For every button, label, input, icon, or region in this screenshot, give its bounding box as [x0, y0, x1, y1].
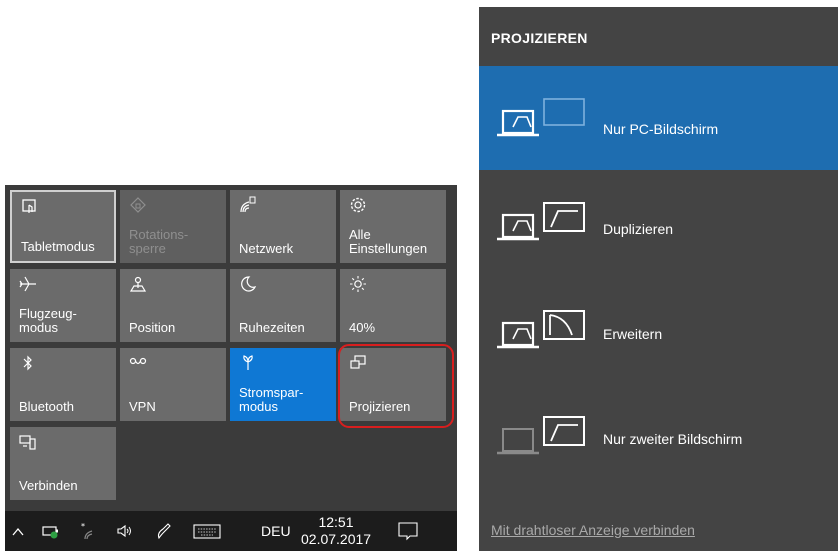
battery-icon[interactable]	[42, 521, 60, 541]
rotation-lock-icon	[130, 197, 146, 213]
tile-label: Netzwerk	[239, 241, 294, 256]
speaker-icon[interactable]	[116, 521, 134, 541]
project-panel: PROJIZIEREN Nur PC-Bildschirm Dupliziere…	[479, 7, 838, 551]
option-label: Erweitern	[603, 326, 663, 342]
tile-all-settings[interactable]: Alle Einstellungen	[340, 190, 446, 263]
notification-icon[interactable]	[397, 521, 419, 541]
tile-bluetooth[interactable]: Bluetooth	[10, 348, 116, 421]
tile-label: Flugzeug- modus	[19, 306, 77, 335]
option-extend[interactable]: Erweitern	[479, 279, 838, 383]
chevron-up-icon[interactable]	[11, 521, 25, 541]
tile-rotation-lock[interactable]: Rotations- sperre	[120, 190, 226, 263]
network-icon	[240, 196, 256, 213]
option-label: Duplizieren	[603, 221, 674, 237]
wifi-icon[interactable]: *	[78, 521, 96, 541]
tile-label: 40%	[349, 320, 376, 335]
taskbar: * DEU 12:51 02.07.2017	[5, 511, 457, 551]
extend-icon	[497, 310, 585, 349]
airplane-icon	[19, 276, 36, 292]
clock-date: 02.07.2017	[301, 531, 372, 547]
tile-tablet-mode[interactable]: Tabletmodus	[10, 190, 116, 263]
settings-gear-icon	[350, 197, 366, 213]
clock[interactable]: 12:51 02.07.2017	[301, 514, 371, 548]
tile-airplane-mode[interactable]: Flugzeug- modus	[10, 269, 116, 342]
tile-connect[interactable]: Verbinden	[10, 427, 116, 500]
location-icon	[129, 276, 147, 292]
tile-vpn[interactable]: VPN	[120, 348, 226, 421]
tile-battery-saver[interactable]: Stromspar- modus	[230, 348, 336, 421]
tile-network[interactable]: Netzwerk	[230, 190, 336, 263]
moon-icon	[241, 276, 257, 292]
option-second-screen-only[interactable]: Nur zweiter Bildschirm	[479, 383, 838, 487]
highlight-ring	[338, 344, 454, 428]
battery-saver-icon	[243, 355, 253, 370]
tablet-mode-icon	[22, 199, 36, 213]
tile-label: Bluetooth	[19, 399, 74, 414]
tile-label: Rotations- sperre	[129, 227, 189, 256]
tile-brightness[interactable]: 40%	[340, 269, 446, 342]
option-label: Nur PC-Bildschirm	[603, 121, 719, 137]
tile-label: Position	[129, 320, 176, 335]
duplicate-icon	[497, 202, 585, 241]
option-pc-screen-only[interactable]: Nur PC-Bildschirm	[479, 66, 838, 170]
tile-quiet-hours[interactable]: Ruhezeiten	[230, 269, 336, 342]
option-duplicate[interactable]: Duplizieren	[479, 177, 838, 281]
tile-label: Stromspar- modus	[239, 385, 304, 414]
tile-label: Ruhezeiten	[239, 320, 305, 335]
option-label: Nur zweiter Bildschirm	[603, 431, 743, 447]
pen-icon[interactable]	[155, 521, 173, 541]
tile-location[interactable]: Position	[120, 269, 226, 342]
touch-keyboard-icon[interactable]	[193, 521, 221, 541]
clock-time: 12:51	[318, 514, 354, 530]
tile-label: Verbinden	[19, 478, 78, 493]
tile-label: VPN	[129, 399, 156, 414]
panel-title: PROJIZIEREN	[491, 30, 588, 46]
pc-screen-only-icon	[497, 98, 585, 137]
bluetooth-icon	[23, 355, 32, 371]
wireless-display-link[interactable]: Mit drahtloser Anzeige verbinden	[491, 522, 695, 538]
tile-label: Alle Einstellungen	[349, 227, 428, 256]
connect-icon	[19, 435, 36, 450]
brightness-icon	[350, 276, 366, 292]
tile-label: Tabletmodus	[21, 239, 95, 254]
second-screen-only-icon	[497, 416, 585, 455]
vpn-icon	[129, 357, 147, 365]
svg-text:*: *	[81, 522, 85, 531]
language-indicator[interactable]: DEU	[261, 523, 291, 539]
